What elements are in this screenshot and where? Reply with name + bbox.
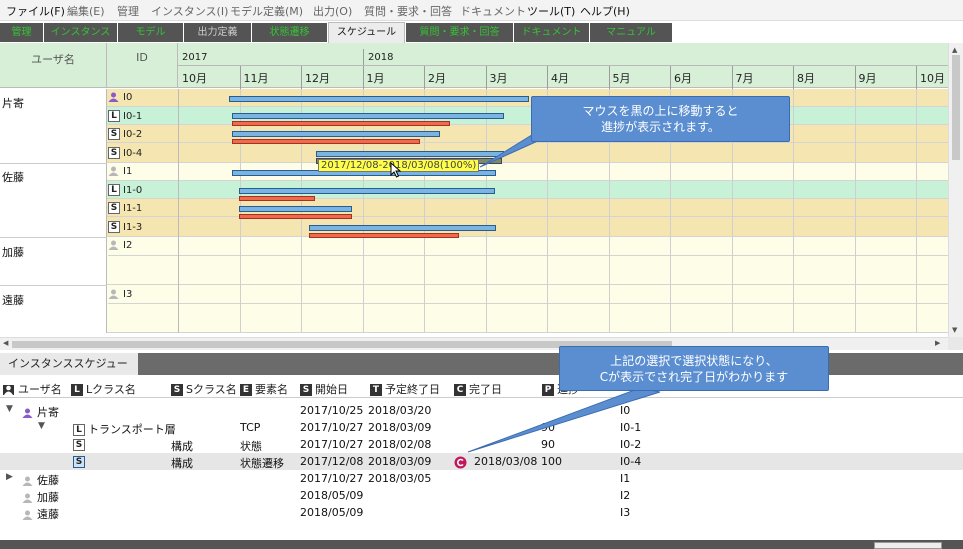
status-bar xyxy=(0,540,963,549)
callout-pointer xyxy=(467,387,661,453)
status-button[interactable] xyxy=(874,542,942,549)
callout-complete-hint: 上記の選択で選択状態になり、 Cが表示でされ完了日がわかります xyxy=(559,346,829,391)
